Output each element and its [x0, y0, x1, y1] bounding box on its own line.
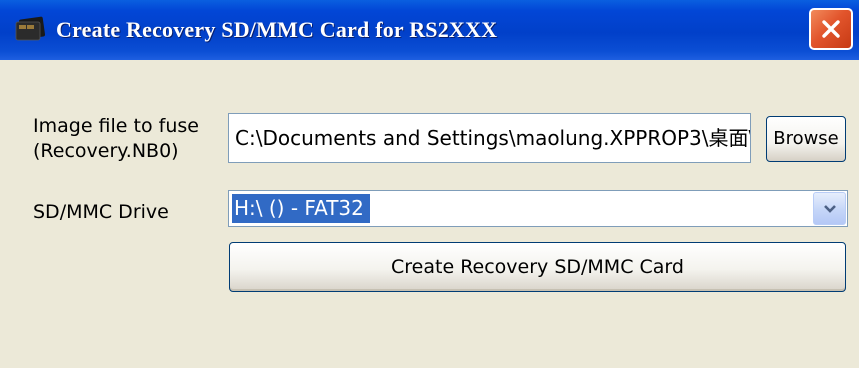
browse-button[interactable]: Browse — [766, 116, 846, 162]
close-button[interactable] — [809, 8, 853, 50]
drive-selected-value: H:\ () - FAT32 — [232, 194, 370, 223]
image-file-label-line1: Image file to fuse — [33, 115, 199, 137]
create-recovery-card-button[interactable]: Create Recovery SD/MMC Card — [229, 242, 846, 292]
dropdown-button[interactable] — [813, 192, 846, 225]
sd-card-icon — [15, 16, 46, 41]
drive-select[interactable]: H:\ () - FAT32 — [228, 190, 848, 227]
chevron-down-icon — [823, 204, 836, 213]
drive-label: SD/MMC Drive — [33, 201, 169, 223]
image-path-input[interactable]: C:\Documents and Settings\maolung.XPPROP… — [228, 113, 751, 163]
close-icon — [822, 20, 840, 38]
image-file-label: Image file to fuse (Recovery.NB0) — [33, 114, 199, 164]
window-title: Create Recovery SD/MMC Card for RS2XXX — [56, 17, 498, 42]
dialog-body: Image file to fuse (Recovery.NB0) C:\Doc… — [0, 60, 859, 368]
image-file-label-line2: (Recovery.NB0) — [33, 140, 179, 162]
title-bar[interactable]: Create Recovery SD/MMC Card for RS2XXX — [0, 0, 859, 60]
